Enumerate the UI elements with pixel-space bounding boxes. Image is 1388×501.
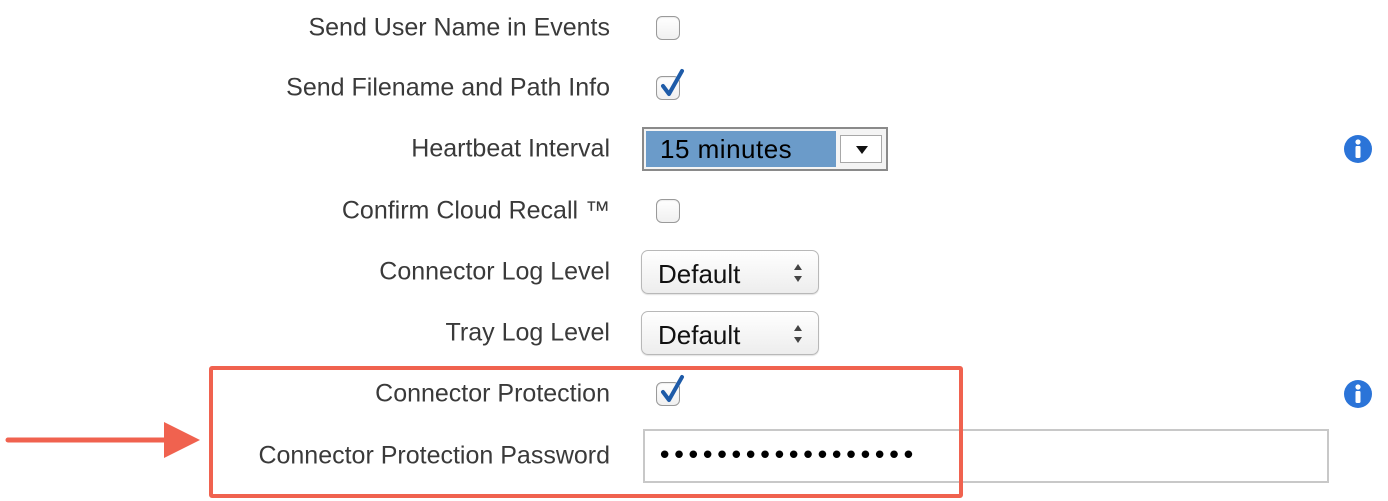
settings-panel: Send User Name in Events Send Filename a… bbox=[0, 0, 1388, 501]
confirm-cloud-recall-checkbox[interactable] bbox=[656, 199, 680, 223]
send-user-name-row: Send User Name in Events bbox=[0, 0, 1388, 56]
chevron-down-icon bbox=[856, 146, 868, 154]
up-down-arrows-icon bbox=[794, 325, 802, 343]
confirm-cloud-recall-row: Confirm Cloud Recall ™ bbox=[0, 183, 1388, 239]
heartbeat-label: Heartbeat Interval bbox=[411, 134, 610, 163]
info-icon[interactable] bbox=[1343, 379, 1373, 409]
tray-log-level-select[interactable]: Default bbox=[641, 311, 819, 355]
tray-log-level-value: Default bbox=[658, 320, 741, 350]
connector-protection-row: Connector Protection bbox=[0, 366, 1388, 422]
tray-log-level-row: Tray Log Level Default bbox=[0, 305, 1388, 361]
confirm-cloud-recall-label: Confirm Cloud Recall ™ bbox=[341, 196, 610, 225]
connector-protection-checkbox[interactable] bbox=[656, 375, 684, 406]
connector-protection-password-input[interactable]: •••••••••••••••••• bbox=[643, 429, 1329, 483]
connector-protection-password-label: Connector Protection Password bbox=[258, 441, 610, 470]
send-user-name-checkbox[interactable] bbox=[656, 16, 680, 40]
password-masked-value: •••••••••••••••••• bbox=[657, 441, 916, 471]
tray-log-level-label: Tray Log Level bbox=[445, 318, 610, 347]
heartbeat-row: Heartbeat Interval 15 minutes bbox=[0, 121, 1388, 177]
connector-log-level-value: Default bbox=[658, 259, 741, 289]
heartbeat-interval-select[interactable]: 15 minutes bbox=[642, 127, 888, 171]
up-down-arrows-icon bbox=[794, 264, 802, 282]
connector-protection-label: Connector Protection bbox=[375, 379, 610, 408]
send-filename-row: Send Filename and Path Info bbox=[0, 60, 1388, 116]
checkmark-icon bbox=[661, 375, 684, 402]
connector-log-level-select[interactable]: Default bbox=[641, 250, 819, 294]
send-filename-label: Send Filename and Path Info bbox=[286, 73, 610, 102]
checkmark-icon bbox=[661, 69, 684, 96]
connector-log-level-label: Connector Log Level bbox=[379, 257, 610, 286]
heartbeat-dropdown-button[interactable] bbox=[840, 135, 882, 163]
send-user-name-label: Send User Name in Events bbox=[308, 13, 610, 42]
connector-log-level-row: Connector Log Level Default bbox=[0, 244, 1388, 300]
send-filename-checkbox[interactable] bbox=[656, 69, 684, 100]
heartbeat-selected-value: 15 minutes bbox=[646, 131, 836, 167]
info-icon[interactable] bbox=[1343, 134, 1373, 164]
connector-protection-password-row: Connector Protection Password ••••••••••… bbox=[0, 428, 1388, 484]
